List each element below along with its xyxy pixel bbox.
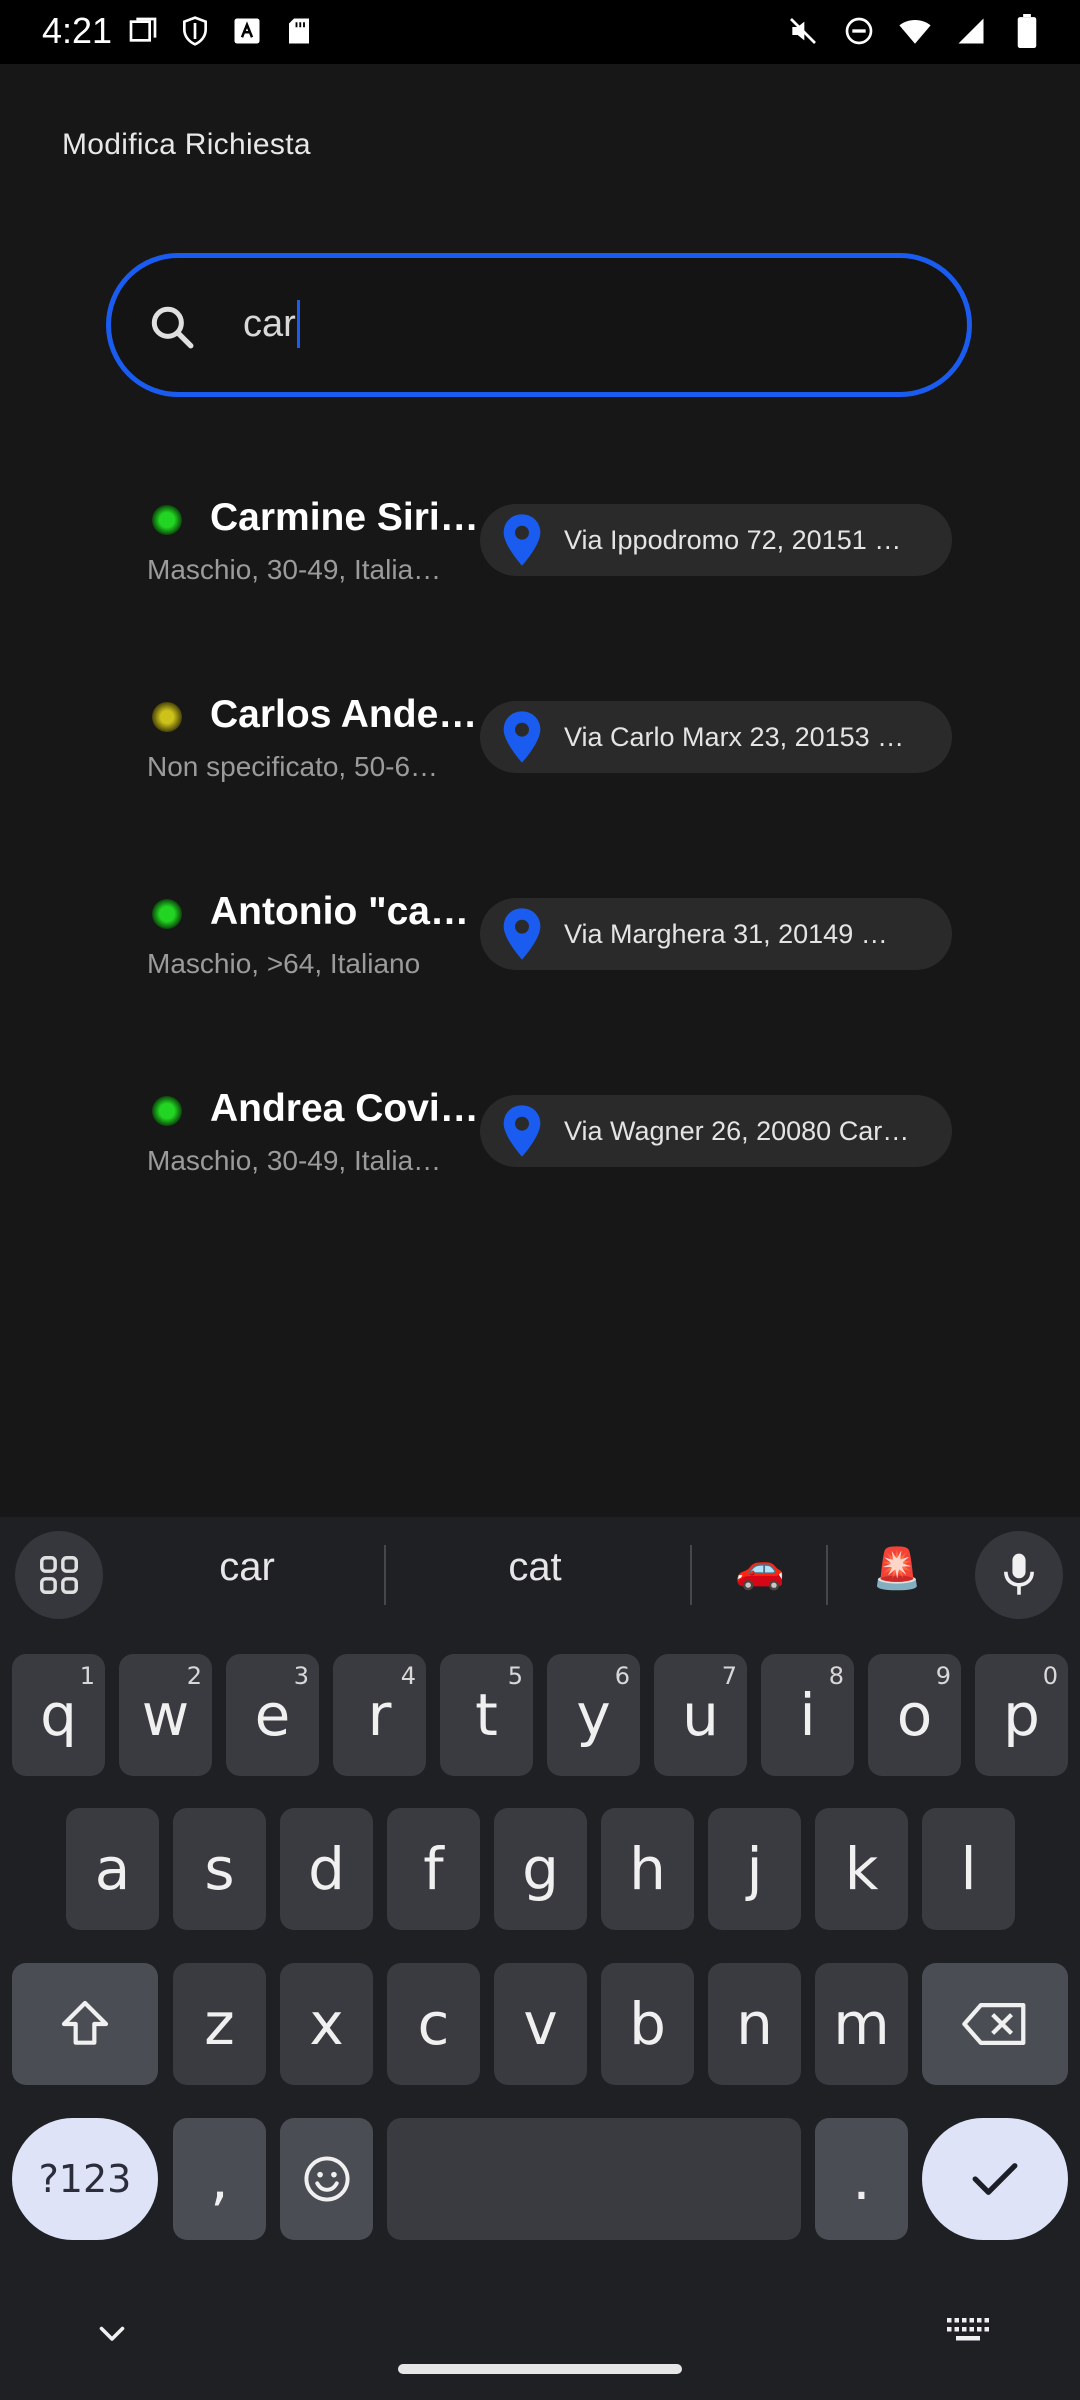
wifi-icon [898,14,932,48]
soft-keyboard: car cat 🚗 🚨 q1 w2 e3 r4 t5 y6 u7 i8 o9 p… [0,1517,1080,2400]
emoji-suggestion-siren[interactable]: 🚨 [857,1545,937,1592]
search-input[interactable]: car [106,253,972,397]
status-dot [152,1096,182,1126]
key-r[interactable]: r4 [333,1654,426,1776]
page-title: Modifica Richiesta [62,128,311,161]
space-key[interactable] [387,2118,801,2240]
symbols-key[interactable]: ?123 [12,2118,158,2240]
apps-grid-icon [40,1556,78,1594]
result-item[interactable]: Carmine Siri… Maschio, 30-49, Italia… Vi… [0,490,1080,610]
address-chip[interactable]: Via Marghera 31, 20149 … [480,898,952,970]
key-p[interactable]: p0 [975,1654,1068,1776]
result-item[interactable]: Antonio "car… Maschio, >64, Italiano Via… [0,884,1080,1004]
suggestion-bar: car cat 🚗 🚨 [0,1517,1080,1629]
address-chip[interactable]: Via Ippodromo 72, 20151 … [480,504,952,576]
do-not-disturb-icon [842,14,876,48]
mute-icon [786,14,820,48]
address-text: Via Marghera 31, 20149 … [564,918,888,949]
key-z[interactable]: z [173,1963,266,2085]
screenshot-icon [126,14,160,48]
result-name: Antonio "car… [210,890,480,933]
shift-key[interactable] [12,1963,158,2085]
status-dot [152,702,182,732]
result-name: Carmine Siri… [210,496,479,539]
result-details: Non specificato, 50-6… [147,751,439,782]
key-h[interactable]: h [601,1808,694,1930]
signal-icon [954,14,988,48]
key-c[interactable]: c [387,1963,480,2085]
result-name: Carlos Ande… [210,693,478,736]
hide-keyboard-chevron-icon[interactable] [94,2315,130,2351]
emoji-key[interactable] [280,2118,373,2240]
key-f[interactable]: f [387,1808,480,1930]
address-chip[interactable]: Via Carlo Marx 23, 20153 … [480,701,952,773]
address-text: Via Wagner 26, 20080 Car… [564,1115,910,1146]
checkmark-icon [972,2163,1018,2195]
keyboard-menu-button[interactable] [15,1531,103,1619]
result-details: Maschio, 30-49, Italia… [147,1145,442,1176]
key-a[interactable]: a [66,1808,159,1930]
suggestion-divider [826,1545,828,1605]
status-dot [152,899,182,929]
status-dot [152,505,182,535]
battery-icon [1010,14,1044,48]
backspace-key[interactable] [922,1963,1068,2085]
key-q[interactable]: q1 [12,1654,105,1776]
key-o[interactable]: o9 [868,1654,961,1776]
key-w[interactable]: w2 [119,1654,212,1776]
home-indicator[interactable] [398,2364,682,2374]
shift-icon [61,2000,109,2045]
sd-card-icon [282,14,316,48]
voice-input-button[interactable] [975,1531,1063,1619]
suggestion-item[interactable]: cat [460,1545,610,1590]
emoji-icon [303,2156,350,2202]
suggestion-divider [384,1545,386,1605]
suggestion-divider [690,1545,692,1605]
result-details: Maschio, >64, Italiano [147,948,421,979]
key-g[interactable]: g [494,1808,587,1930]
result-details: Maschio, 30-49, Italia… [147,554,442,585]
key-e[interactable]: e3 [226,1654,319,1776]
key-d[interactable]: d [280,1808,373,1930]
app-notification-icon [230,14,264,48]
key-n[interactable]: n [708,1963,801,2085]
key-s[interactable]: s [173,1808,266,1930]
status-time: 4:21 [42,10,113,51]
key-x[interactable]: x [280,1963,373,2085]
status-bar: 4:21 [0,0,1080,64]
emoji-suggestion-car[interactable]: 🚗 [720,1545,800,1592]
key-t[interactable]: t5 [440,1654,533,1776]
text-cursor [296,300,300,348]
shield-icon [178,14,212,48]
key-i[interactable]: i8 [761,1654,854,1776]
result-name: Andrea Covi… [210,1087,479,1130]
address-text: Via Ippodromo 72, 20151 … [564,524,902,555]
location-pin-icon [500,1103,544,1159]
location-pin-icon [500,512,544,568]
result-item[interactable]: Carlos Ande… Non specificato, 50-6… Via … [0,687,1080,807]
address-chip[interactable]: Via Wagner 26, 20080 Car… [480,1095,952,1167]
address-text: Via Carlo Marx 23, 20153 … [564,721,905,752]
search-input-value[interactable]: car [243,300,300,350]
microphone-icon [1004,1553,1034,1595]
keyboard-switch-icon[interactable] [945,2315,991,2345]
key-m[interactable]: m [815,1963,908,2085]
key-u[interactable]: u7 [654,1654,747,1776]
location-pin-icon [500,709,544,765]
period-key[interactable]: . [815,2118,908,2240]
key-j[interactable]: j [708,1808,801,1930]
key-y[interactable]: y6 [547,1654,640,1776]
backspace-icon [962,2003,1026,2045]
comma-key[interactable]: , [173,2118,266,2240]
key-l[interactable]: l [922,1808,1015,1930]
key-k[interactable]: k [815,1808,908,1930]
location-pin-icon [500,906,544,962]
search-icon [147,302,197,352]
result-item[interactable]: Andrea Covi… Maschio, 30-49, Italia… Via… [0,1081,1080,1201]
key-b[interactable]: b [601,1963,694,2085]
enter-key[interactable] [922,2118,1068,2240]
key-v[interactable]: v [494,1963,587,2085]
suggestion-item[interactable]: car [172,1545,322,1590]
